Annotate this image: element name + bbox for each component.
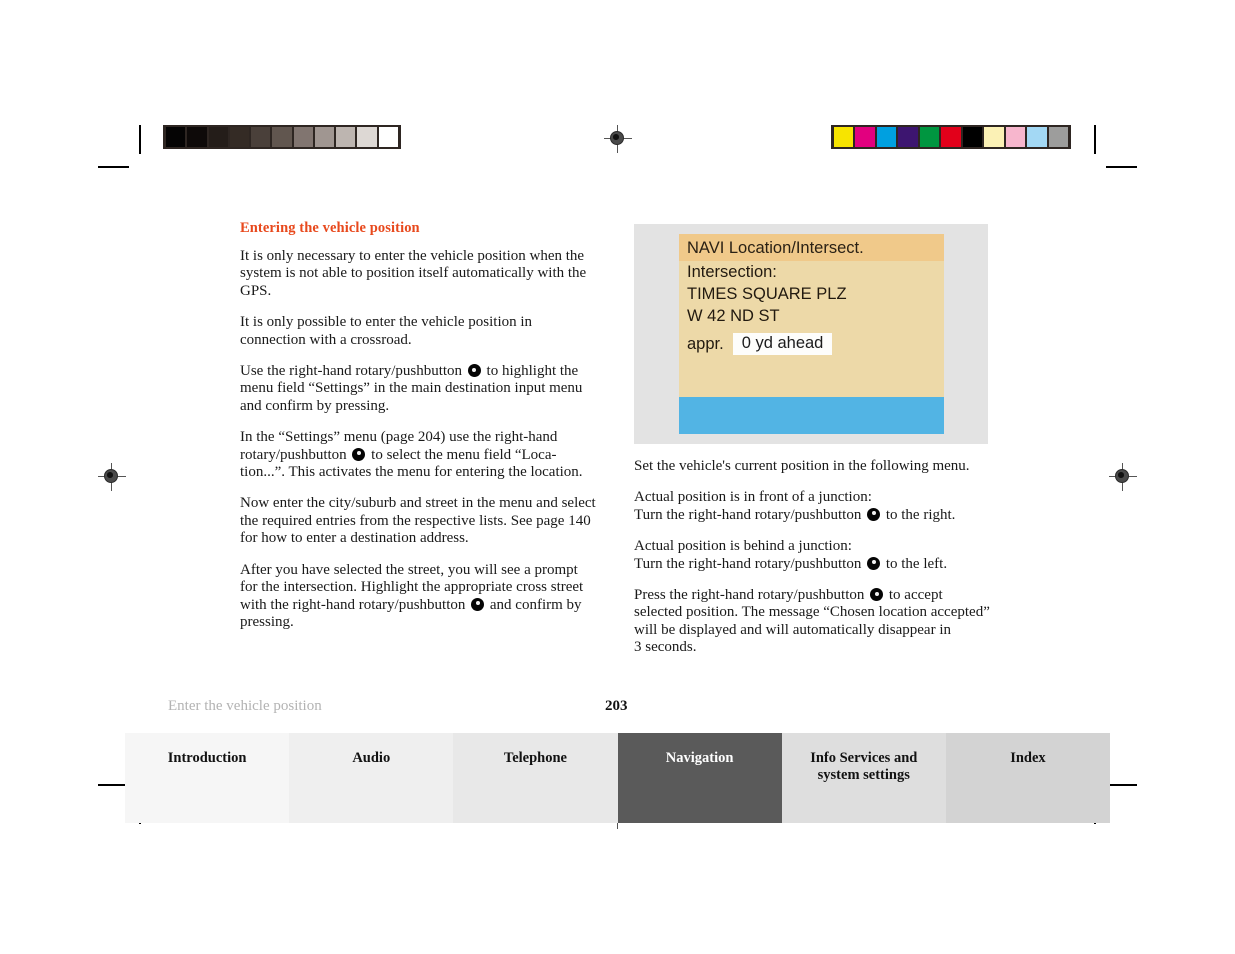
paragraph: It is only necessary to enter the vehicl…	[240, 248, 587, 299]
nav-screen-line-2: TIMES SQUARE PLZ	[687, 285, 847, 303]
paragraph: Actual position is in front of a junctio…	[634, 489, 956, 523]
chapter-tab-label: Navigation	[665, 750, 734, 766]
rotary-pushbutton-icon	[471, 597, 485, 611]
paragraph: Set the vehicle's current position in th…	[634, 458, 970, 474]
page-content: Entering the vehicle position It is only…	[0, 0, 1235, 954]
rotary-pushbutton-icon	[867, 507, 881, 521]
left-paragraph-list: It is only necessary to enter the vehicl…	[240, 248, 598, 631]
right-text-column: Set the vehicle's current position in th…	[634, 458, 990, 657]
paragraph: Use the right-hand rotary/pushbutton to …	[240, 363, 583, 414]
nav-screen-line-1: Intersection:	[687, 263, 777, 281]
running-head: Enter the vehicle position	[168, 698, 322, 714]
page-title: Entering the vehicle position	[240, 220, 420, 236]
paragraph: Now enter the city/suburb and street in …	[240, 495, 596, 547]
nav-screen-line-3: W 42 ND ST	[687, 307, 780, 325]
nav-screen-titlebar: NAVI Location/Intersect.	[679, 234, 944, 261]
paragraph: After you have selected the street, you …	[240, 561, 584, 630]
chapter-tab-bar: Introduction Audio Telephone Navigation Info…	[125, 733, 1111, 823]
chapter-tab-label: Audio	[352, 750, 391, 766]
rotary-pushbutton-icon	[870, 588, 884, 602]
navigation-display-figure: NAVI Location/Intersect. Intersection: T…	[634, 224, 988, 444]
paragraph: It is only possible to enter the vehicle…	[240, 314, 533, 348]
right-paragraph-list: Set the vehicle's current position in th…	[634, 458, 990, 657]
page-number: 203	[605, 698, 628, 714]
chapter-tab-navigation[interactable]: Navigation	[617, 733, 782, 823]
nav-distance-value: 0 yd ahead	[732, 333, 833, 355]
nav-screen-status-bar	[679, 397, 944, 434]
chapter-tab-audio[interactable]: Audio	[289, 733, 454, 823]
chapter-tab-label: Telephone	[503, 750, 567, 766]
chapter-tab-label: Index	[1010, 750, 1046, 766]
rotary-pushbutton-icon	[867, 556, 881, 570]
chapter-tab-introduction[interactable]: Introduction	[125, 733, 290, 823]
paragraph: Press the right-hand rotary/pushbutton t…	[634, 587, 990, 656]
navigation-screen: NAVI Location/Intersect. Intersection: T…	[679, 234, 944, 434]
chapter-tab-label: Info Services and system settings	[810, 750, 918, 783]
page-footer: Enter the vehicle position 203	[168, 698, 1103, 720]
chapter-tab-label: Introduction	[167, 750, 247, 766]
rotary-pushbutton-icon	[352, 447, 366, 461]
nav-screen-distance-row: appr. 0 yd ahead	[679, 333, 944, 355]
rotary-pushbutton-icon	[467, 364, 481, 378]
paragraph: Actual position is behind a junction: Tur…	[634, 538, 948, 572]
chapter-tab-index[interactable]: Index	[945, 733, 1111, 823]
chapter-tab-telephone[interactable]: Telephone	[453, 733, 618, 823]
left-text-column: Entering the vehicle position It is only…	[240, 220, 598, 631]
chapter-tab-info-services-and[interactable]: Info Services and system settings	[781, 733, 946, 823]
nav-distance-label: appr.	[687, 334, 724, 353]
paragraph: In the “Settings” menu (page 204) use th…	[240, 429, 583, 481]
